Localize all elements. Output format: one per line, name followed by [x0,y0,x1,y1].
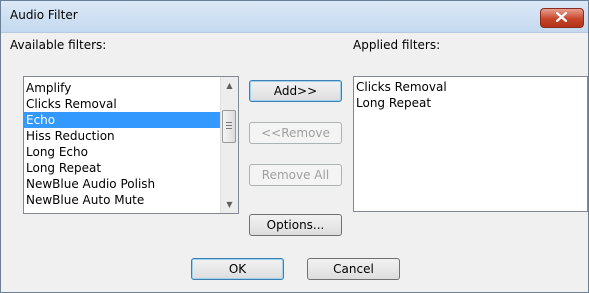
remove-button[interactable]: <<Remove [249,122,342,144]
list-item[interactable]: Amplify [24,80,238,96]
available-filters-label: Available filters: [10,38,107,52]
scrollbar-grip-icon [226,122,232,131]
list-item[interactable]: Hiss Reduction [24,128,238,144]
applied-filters-list[interactable]: Clicks Removal Long Repeat [353,76,588,212]
remove-all-button[interactable]: Remove All [249,164,342,186]
available-list-scrollbar[interactable]: ▲ ▼ [220,77,238,213]
scroll-down-arrow-icon[interactable]: ▼ [221,196,238,213]
available-filters-list[interactable]: Amplify Clicks Removal Echo Hiss Reduction L… [23,76,239,214]
list-item[interactable]: Clicks Removal [354,79,587,95]
list-item[interactable]: Long Repeat [24,160,238,176]
close-button[interactable] [540,8,584,28]
list-item[interactable]: Echo [24,112,238,128]
add-button[interactable]: Add>> [249,80,342,102]
list-item[interactable]: Clicks Removal [24,96,238,112]
list-item[interactable]: NewBlue Audio Polish [24,176,238,192]
scrollbar-thumb[interactable] [222,110,236,143]
list-item[interactable]: NewBlue Auto Mute [24,192,238,208]
close-icon [556,12,567,22]
applied-filters-label: Applied filters: [353,38,441,52]
ok-button[interactable]: OK [191,258,284,280]
cancel-button[interactable]: Cancel [307,258,400,280]
scroll-up-arrow-icon[interactable]: ▲ [221,77,238,94]
window-title: Audio Filter [10,8,78,22]
options-button[interactable]: Options... [249,214,342,236]
title-bar[interactable]: Audio Filter [1,1,588,33]
list-item[interactable]: Long Repeat [354,95,587,111]
list-item[interactable]: Long Echo [24,144,238,160]
audio-filter-dialog: Audio Filter Available filters: Applied … [0,0,589,293]
